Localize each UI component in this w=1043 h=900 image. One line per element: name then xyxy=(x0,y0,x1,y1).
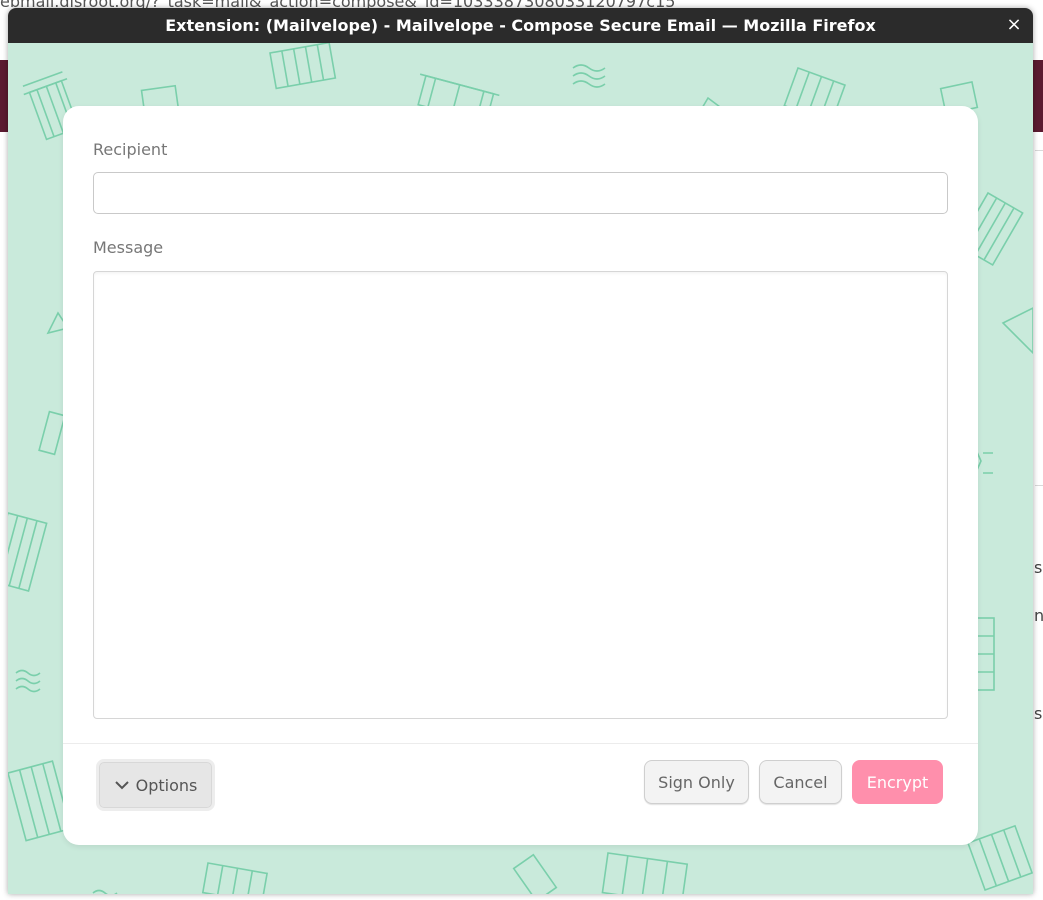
chevron-down-icon xyxy=(114,781,129,790)
options-button[interactable]: Options xyxy=(96,759,215,811)
patterned-background: Recipient Message Options Sign Only Canc… xyxy=(8,43,1033,894)
recipient-input[interactable] xyxy=(93,172,948,214)
temple-pattern-icon xyxy=(8,512,48,592)
window-title: Extension: (Mailvelope) - Mailvelope - C… xyxy=(165,16,876,35)
encrypt-button[interactable]: Encrypt xyxy=(852,760,943,804)
temple-pattern-icon xyxy=(201,862,269,894)
background-text-fragment: ss xyxy=(1034,704,1043,723)
temple-pattern-icon xyxy=(966,824,1033,892)
background-text-fragment: ng xyxy=(1034,606,1043,625)
background-divider xyxy=(1035,485,1043,486)
background-text-fragment: s xyxy=(1034,558,1043,577)
background-divider xyxy=(1035,150,1043,151)
message-label: Message xyxy=(93,238,164,257)
cancel-label: Cancel xyxy=(773,772,828,792)
sign-only-button[interactable]: Sign Only xyxy=(644,760,749,804)
close-icon[interactable]: × xyxy=(1003,14,1025,36)
temple-pattern-icon xyxy=(601,852,689,894)
sign-only-label: Sign Only xyxy=(658,772,735,792)
recipient-label: Recipient xyxy=(93,140,168,159)
encrypt-label: Encrypt xyxy=(866,772,929,792)
window-titlebar: Extension: (Mailvelope) - Mailvelope - C… xyxy=(8,8,1033,43)
compose-dialog: Recipient Message Options Sign Only Canc… xyxy=(63,106,978,845)
options-label: Options xyxy=(135,775,198,795)
temple-pattern-icon xyxy=(8,760,72,842)
compose-popup-window: Extension: (Mailvelope) - Mailvelope - C… xyxy=(8,8,1033,894)
temple-pattern-icon xyxy=(269,43,337,90)
message-textarea[interactable] xyxy=(93,271,948,719)
cancel-button[interactable]: Cancel xyxy=(759,760,842,804)
footer-divider xyxy=(63,743,978,744)
